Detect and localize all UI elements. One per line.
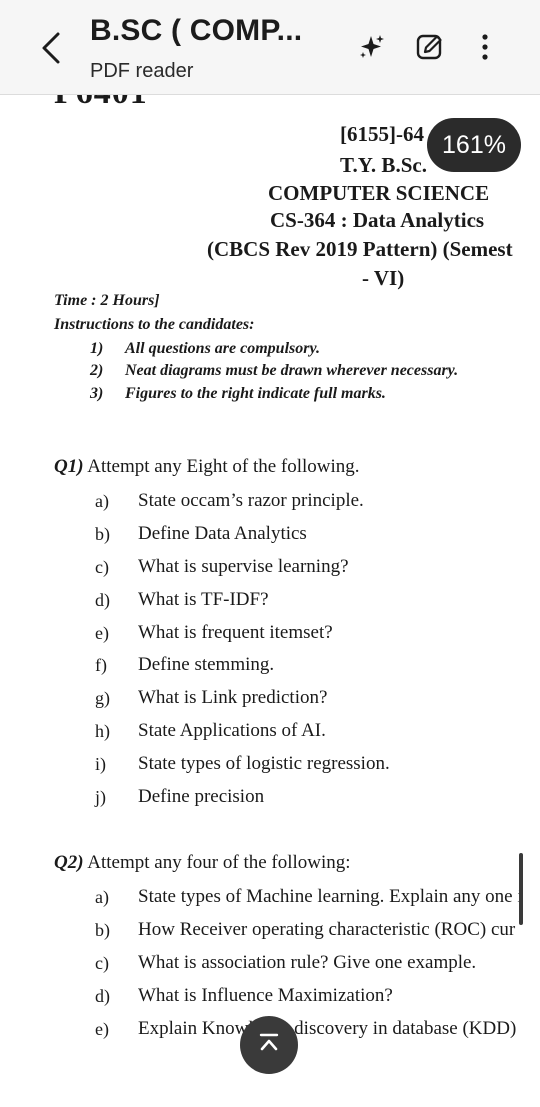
zoom-level-badge: 161% [427, 118, 521, 172]
instruction-text: Figures to the right indicate full marks… [125, 385, 386, 402]
item-label: b) [95, 524, 110, 544]
time-line: Time : 2 Hours] [54, 292, 160, 309]
exam-code: [6155]-64 [340, 122, 424, 146]
instruction-text: All questions are compulsory. [125, 340, 320, 357]
item-text: State types of logistic regression. [138, 753, 390, 774]
item-text: What is TF-IDF? [138, 589, 269, 610]
app-subtitle: PDF reader [90, 60, 194, 82]
item-text: How Receiver operating characteristic (R… [138, 919, 516, 940]
item-text: What is Influence Maximization? [138, 985, 393, 1006]
paper-name: CS-364 : Data Analytics [270, 208, 485, 232]
app-title: B.SC ( COMP... [90, 14, 303, 47]
question-number: Q1) [54, 456, 84, 477]
item-label: a) [95, 491, 109, 511]
item-text: Define stemming. [138, 654, 275, 675]
instruction-num: 2) [90, 362, 104, 379]
item-label: f) [95, 655, 107, 675]
question-number: Q2) [54, 852, 84, 873]
question-1-heading: Q1) Attempt any Eight of the following. [54, 456, 360, 478]
item-text: What is supervise learning? [138, 556, 349, 577]
item-text: Define Data Analytics [138, 523, 307, 544]
course-name: T.Y. B.Sc. [340, 153, 427, 177]
item-label: c) [95, 953, 109, 973]
item-text: Define precision [138, 786, 265, 807]
scroll-to-top-button[interactable] [240, 1016, 298, 1074]
item-text: State occam’s razor principle. [138, 490, 364, 511]
edit-icon[interactable] [413, 30, 447, 64]
paper-code: P6401 [54, 94, 148, 112]
item-label: b) [95, 920, 110, 940]
app-bar: B.SC ( COMP... PDF reader [0, 0, 540, 95]
instruction-num: 1) [90, 340, 104, 357]
item-label: i) [95, 754, 106, 774]
pattern-line: (CBCS Rev 2019 Pattern) (Semest [207, 237, 513, 261]
question-title: Attempt any four of the following: [87, 852, 351, 873]
semester-line: - VI) [362, 266, 405, 290]
item-text: What is frequent itemset? [138, 622, 333, 643]
scroll-to-top-icon [256, 1030, 282, 1061]
question-title: Attempt any Eight of the following. [87, 456, 360, 477]
item-text: What is association rule? Give one examp… [138, 952, 477, 973]
subject-name: COMPUTER SCIENCE [268, 181, 490, 205]
item-label: e) [95, 623, 109, 643]
item-text: State Applications of AI. [138, 720, 326, 741]
item-label: h) [95, 721, 110, 741]
item-text: What is Link prediction? [138, 687, 328, 708]
item-label: j) [95, 787, 106, 807]
instructions-title: Instructions to the candidates: [54, 316, 255, 333]
scrollbar-thumb[interactable] [519, 853, 523, 925]
back-arrow-icon[interactable] [38, 28, 68, 68]
instruction-num: 3) [90, 385, 104, 402]
item-text: Explain Knowledge discovery in database … [138, 1018, 517, 1039]
item-label: a) [95, 887, 109, 907]
question-2-heading: Q2) Attempt any four of the following: [54, 852, 351, 874]
more-vert-icon[interactable] [468, 30, 502, 64]
item-text: State types of Machine learning. Explain… [138, 886, 523, 907]
item-label: d) [95, 590, 110, 610]
item-label: c) [95, 557, 109, 577]
item-label: e) [95, 1019, 109, 1039]
pdf-page[interactable]: P6401 [6155]-64 T.Y. B.Sc. COMPUTER SCIE… [0, 94, 540, 1107]
instruction-text: Neat diagrams must be drawn wherever nec… [125, 362, 459, 379]
item-label: g) [95, 688, 110, 708]
ai-sparkle-icon[interactable] [355, 30, 389, 64]
item-label: d) [95, 986, 110, 1006]
